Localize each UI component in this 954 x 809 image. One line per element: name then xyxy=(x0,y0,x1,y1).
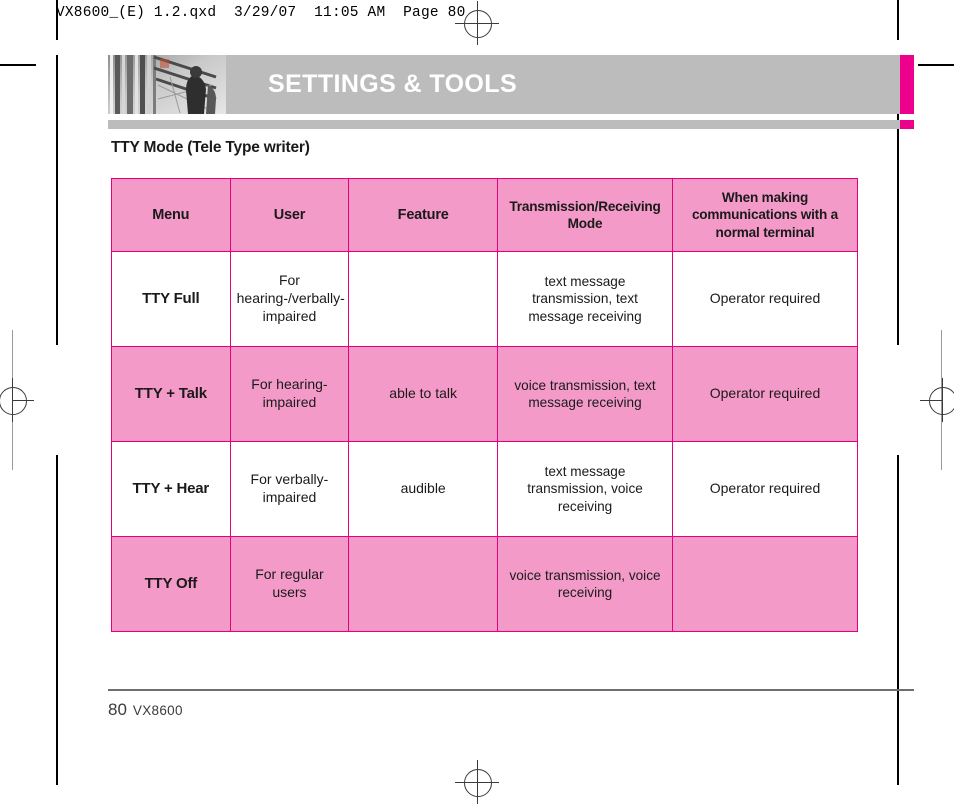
tty-mode-table: Menu User Feature Transmission/Receiving… xyxy=(111,178,859,632)
column-header-user: User xyxy=(229,178,350,252)
footer-divider xyxy=(108,689,914,691)
cell-feature: able to talk xyxy=(348,346,499,442)
trim-mark-left-lower xyxy=(56,455,58,785)
cell-mode: text message transmission, text message … xyxy=(497,251,673,347)
section-banner: SETTINGS & TOOLS xyxy=(108,55,900,114)
cell-mode: text message transmission, voice receivi… xyxy=(497,441,673,537)
footer: 80 VX8600 xyxy=(108,700,183,720)
column-header-menu: Menu xyxy=(111,178,231,252)
registration-mark-right xyxy=(920,378,954,422)
cell-note: Operator required xyxy=(671,251,859,347)
cell-mode: voice transmission, text message receivi… xyxy=(497,346,673,442)
cell-note xyxy=(671,536,859,632)
model-name: VX8600 xyxy=(132,703,183,718)
cell-note: Operator required xyxy=(671,441,859,537)
trim-mark-right-lower xyxy=(897,455,899,785)
registration-mark-left xyxy=(0,378,34,422)
column-header-feature: Feature xyxy=(348,178,499,252)
column-header-transmission-receiving-mode: Transmission/Receiving Mode xyxy=(497,178,673,252)
cell-user: For hearing-/verbally-impaired xyxy=(229,251,350,347)
table-row: TTY + Hear For verbally-impaired audible… xyxy=(111,441,859,537)
cell-user: For hearing-impaired xyxy=(229,346,350,442)
cell-menu: TTY + Talk xyxy=(111,346,231,442)
cell-feature: audible xyxy=(348,441,499,537)
registration-mark-bottom xyxy=(455,760,499,804)
table-row: TTY Off For regular users voice transmis… xyxy=(111,536,859,632)
trim-mark-top-left-horizontal xyxy=(0,64,36,66)
table-row: TTY + Talk For hearing-impaired able to … xyxy=(111,346,859,442)
banner-accent-tab xyxy=(900,55,914,114)
table-header-row: Menu User Feature Transmission/Receiving… xyxy=(111,178,859,252)
page-number: 80 xyxy=(108,700,127,719)
page-title: SETTINGS & TOOLS xyxy=(268,70,518,98)
cell-feature xyxy=(348,251,499,347)
banner-photo xyxy=(108,55,226,114)
banner-sub-bar xyxy=(108,120,900,129)
table-row: TTY Full For hearing-/verbally-impaired … xyxy=(111,251,859,347)
cell-mode: voice transmission, voice receiving xyxy=(497,536,673,632)
cell-menu: TTY Full xyxy=(111,251,231,347)
cell-feature xyxy=(348,536,499,632)
trim-mark-top-right-vertical xyxy=(897,0,899,40)
cell-menu: TTY Off xyxy=(111,536,231,632)
prepress-slug-line: VX8600_(E) 1.2.qxd 3/29/07 11:05 AM Page… xyxy=(56,5,466,21)
column-header-normal-terminal-note: When making communications with a normal… xyxy=(671,178,859,252)
cell-user: For regular users xyxy=(229,536,350,632)
trim-mark-top-right-horizontal xyxy=(918,64,954,66)
cell-user: For verbally-impaired xyxy=(229,441,350,537)
cell-note: Operator required xyxy=(671,346,859,442)
section-heading: TTY Mode (Tele Type writer) xyxy=(111,139,310,156)
banner-sub-bar-accent-tab xyxy=(900,120,914,129)
cell-menu: TTY + Hear xyxy=(111,441,231,537)
trim-mark-left-upper xyxy=(56,55,58,345)
